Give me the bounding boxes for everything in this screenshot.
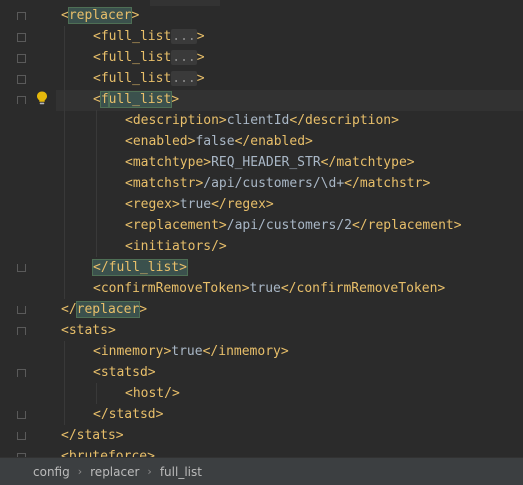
- code-line[interactable]: <host/>: [125, 383, 180, 404]
- code-line[interactable]: <confirmRemoveToken>true</confirmRemoveT…: [93, 278, 445, 299]
- editor-gutter[interactable]: [0, 0, 56, 457]
- xml-value: /api/customers/2: [226, 218, 352, 233]
- xml-tag: <inmemory>: [93, 344, 172, 359]
- fold-collapsed-icon[interactable]: [17, 75, 26, 84]
- xml-tag: >: [196, 29, 205, 44]
- indent-guide: [64, 341, 65, 425]
- xml-tag: <full_list: [93, 71, 172, 86]
- matched-tag-highlight: </full_list>: [92, 259, 188, 276]
- code-line[interactable]: <stats>: [61, 320, 116, 341]
- xml-tag: <regex>: [125, 197, 180, 212]
- code-line[interactable]: <statsd>: [93, 362, 156, 383]
- code-line[interactable]: </stats>: [61, 425, 124, 446]
- folded-region-placeholder[interactable]: ...: [171, 71, 197, 86]
- xml-tag: </enabled>: [234, 134, 313, 149]
- breadcrumb-item-replacer[interactable]: replacer: [90, 465, 139, 479]
- xml-tag: <: [61, 8, 69, 23]
- xml-value: true: [179, 197, 212, 212]
- code-line[interactable]: <regex>true</regex>: [125, 194, 274, 215]
- fold-collapse-icon[interactable]: [17, 432, 26, 440]
- xml-value: clientId: [226, 113, 290, 128]
- code-line[interactable]: <replacer>: [61, 5, 139, 26]
- xml-tag: <initiators/>: [125, 239, 227, 254]
- xml-tag: <replacement>: [125, 218, 227, 233]
- lightbulb-icon[interactable]: [36, 91, 48, 105]
- folded-region-placeholder[interactable]: ...: [171, 29, 197, 44]
- fold-collapse-icon[interactable]: [17, 306, 26, 314]
- code-line[interactable]: <description>clientId</description>: [125, 110, 399, 131]
- xml-tag: >: [139, 302, 148, 317]
- code-line[interactable]: <replacement>/api/customers/2</replaceme…: [125, 215, 462, 236]
- code-line[interactable]: <matchstr>/api/customers/\d+</matchstr>: [125, 173, 430, 194]
- xml-tag: </matchstr>: [344, 176, 431, 191]
- code-line[interactable]: </replacer>: [61, 299, 147, 320]
- code-line[interactable]: <full_list...>: [93, 47, 205, 68]
- xml-tag: </inmemory>: [202, 344, 289, 359]
- xml-tag: >: [196, 71, 205, 86]
- code-line[interactable]: <full_list...>: [93, 26, 205, 47]
- xml-value: true: [249, 281, 281, 296]
- xml-value: false: [195, 134, 235, 149]
- code-line[interactable]: <full_list>: [93, 89, 179, 110]
- indent-guide: [64, 26, 65, 299]
- xml-tag: <: [93, 92, 101, 107]
- xml-tag: <matchtype>: [125, 155, 212, 170]
- xml-tag: </stats>: [61, 428, 124, 443]
- xml-tag: <stats>: [61, 323, 116, 338]
- xml-tag: <bruteforce>: [61, 449, 155, 457]
- fold-collapse-icon[interactable]: [17, 411, 26, 419]
- fold-expand-icon[interactable]: [17, 12, 26, 20]
- fold-expand-icon[interactable]: [17, 369, 26, 377]
- xml-tag: </statsd>: [93, 407, 164, 422]
- folded-region-placeholder[interactable]: ...: [171, 50, 197, 65]
- code-line[interactable]: <bruteforce>: [61, 446, 155, 457]
- fold-collapse-icon[interactable]: [17, 264, 26, 272]
- code-line[interactable]: <initiators/>: [125, 236, 227, 257]
- xml-value: true: [171, 344, 203, 359]
- xml-value: REQ_HEADER_STR: [211, 155, 321, 170]
- xml-tag: <confirmRemoveToken>: [93, 281, 250, 296]
- xml-tag: >: [131, 8, 140, 23]
- breadcrumb: config › replacer › full_list: [0, 457, 523, 485]
- xml-value: /api/customers/\d+: [203, 176, 345, 191]
- xml-tag: </matchtype>: [320, 155, 415, 170]
- xml-tag: <full_list: [93, 29, 172, 44]
- xml-tag: </regex>: [211, 197, 274, 212]
- xml-tag: >: [171, 92, 180, 107]
- code-editor[interactable]: <replacer> <full_list...> <full_list...> <f…: [0, 0, 523, 457]
- breadcrumb-item-config[interactable]: config: [33, 465, 70, 479]
- xml-tag: </confirmRemoveToken>: [280, 281, 446, 296]
- matched-tag-highlight: replacer: [67, 7, 133, 24]
- xml-tag: <description>: [125, 113, 227, 128]
- code-line[interactable]: <matchtype>REQ_HEADER_STR</matchtype>: [125, 152, 415, 173]
- matched-tag-highlight: ull_list: [107, 91, 173, 108]
- xml-tag: <host/>: [125, 386, 180, 401]
- xml-tag: <matchstr>: [125, 176, 204, 191]
- xml-tag: </: [61, 302, 77, 317]
- fold-expand-icon[interactable]: [17, 327, 26, 335]
- xml-tag: <statsd>: [93, 365, 156, 380]
- code-line[interactable]: <enabled>false</enabled>: [125, 131, 313, 152]
- xml-tag: </description>: [289, 113, 399, 128]
- chevron-right-icon: ›: [147, 465, 152, 478]
- scroll-shadow: [150, 0, 220, 6]
- fold-collapsed-icon[interactable]: [17, 54, 26, 63]
- fold-expand-icon[interactable]: [17, 96, 26, 104]
- xml-tag: >: [196, 50, 205, 65]
- breadcrumb-item-full-list[interactable]: full_list: [160, 465, 202, 479]
- xml-tag: <enabled>: [125, 134, 196, 149]
- code-line[interactable]: <inmemory>true</inmemory>: [93, 341, 289, 362]
- code-line[interactable]: </full_list>: [92, 257, 188, 278]
- xml-tag: <full_list: [93, 50, 172, 65]
- chevron-right-icon: ›: [77, 465, 83, 478]
- code-line[interactable]: <full_list...>: [93, 68, 205, 89]
- indent-guide: [96, 110, 97, 257]
- code-line[interactable]: </statsd>: [93, 404, 163, 425]
- matched-tag-highlight: replacer: [75, 301, 141, 318]
- xml-tag: </replacement>: [351, 218, 462, 233]
- fold-collapsed-icon[interactable]: [17, 33, 26, 42]
- indent-guide: [96, 383, 97, 404]
